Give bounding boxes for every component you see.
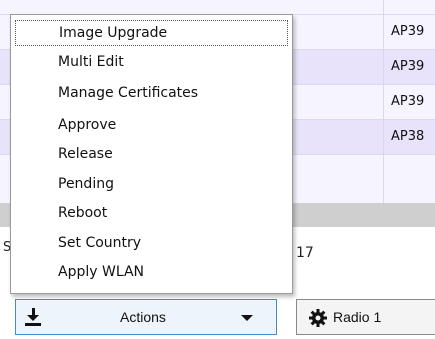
status-text-count: 17 xyxy=(296,245,314,261)
menu-item-release[interactable]: Release xyxy=(15,142,288,168)
menu-item-multi-edit[interactable]: Multi Edit xyxy=(15,50,288,76)
ap-name-cell: AP39 xyxy=(383,50,435,84)
menu-item-pending[interactable]: Pending xyxy=(15,172,288,198)
table-row[interactable] xyxy=(0,0,435,15)
radio-1-button-label: Radio 1 xyxy=(333,309,382,325)
actions-button[interactable]: Actions xyxy=(15,299,277,335)
menu-item-manage-certificates[interactable]: Manage Certificates xyxy=(15,81,288,107)
gear-icon xyxy=(309,309,327,327)
menu-item-apply-wlan[interactable]: Apply WLAN xyxy=(15,260,288,286)
download-icon xyxy=(25,308,41,326)
ap-name-cell: AP39 xyxy=(383,15,435,49)
actions-button-label: Actions xyxy=(120,309,166,325)
chevron-down-icon xyxy=(241,315,253,321)
ap-name-cell: AP39 xyxy=(383,85,435,119)
menu-item-reboot[interactable]: Reboot xyxy=(15,201,288,227)
menu-item-image-upgrade[interactable]: Image Upgrade xyxy=(15,20,288,46)
radio-1-button[interactable]: Radio 1 xyxy=(296,299,435,335)
ap-name-cell: AP38 xyxy=(383,120,435,154)
menu-item-approve[interactable]: Approve xyxy=(15,113,288,139)
menu-item-set-country[interactable]: Set Country xyxy=(15,231,288,257)
actions-menu: Image Upgrade Multi Edit Manage Certific… xyxy=(10,14,293,294)
